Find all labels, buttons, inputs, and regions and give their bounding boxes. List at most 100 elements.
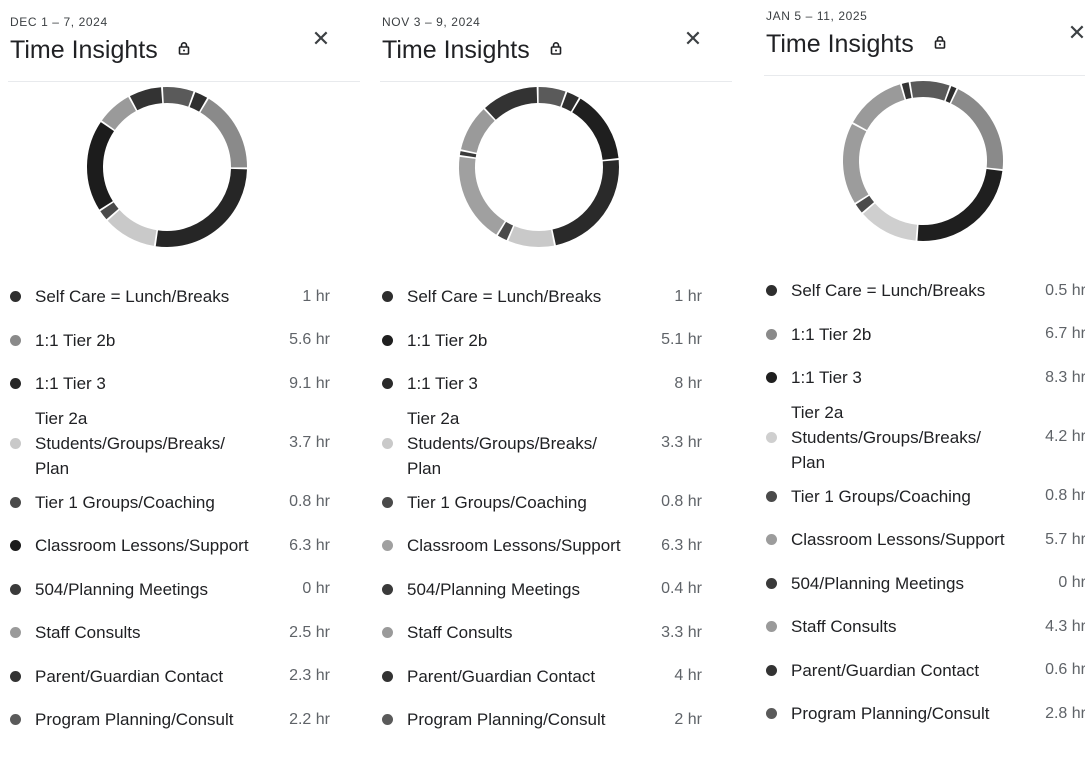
category-row[interactable]: Self Care = Lunch/Breaks 0.5 hr: [766, 269, 1085, 313]
category-row[interactable]: 1:1 Tier 2b 6.7 hr: [766, 313, 1085, 357]
donut-segment[interactable]: [917, 168, 1003, 241]
category-row[interactable]: Self Care = Lunch/Breaks 1 hr: [10, 275, 330, 319]
donut-segment[interactable]: [107, 209, 157, 246]
donut-segment[interactable]: [571, 98, 619, 161]
category-hours: 4.2 hr: [1045, 428, 1085, 445]
donut-segment[interactable]: [901, 82, 912, 100]
category-color-dot: [382, 378, 393, 390]
category-row[interactable]: Staff Consults 3.3 hr: [382, 611, 702, 655]
category-label: 1:1 Tier 3: [35, 374, 106, 394]
donut-segment[interactable]: [843, 123, 869, 203]
donut-segment[interactable]: [485, 87, 538, 120]
category-color-dot: [382, 627, 393, 639]
panel-title-text: Time Insights: [766, 30, 914, 58]
category-row[interactable]: 504/Planning Meetings 0 hr: [10, 568, 330, 612]
category-row[interactable]: Tier 2a Students/Groups/Breaks/ Plan 3.3 …: [382, 406, 702, 481]
category-color-dot: [766, 577, 777, 589]
donut-segment[interactable]: [155, 168, 247, 247]
category-row[interactable]: Staff Consults 2.5 hr: [10, 611, 330, 655]
category-hours: 3.7 hr: [289, 434, 330, 451]
panel-title: Time Insights: [766, 30, 947, 59]
category-label: Self Care = Lunch/Breaks: [791, 281, 986, 301]
category-label: Tier 1 Groups/Coaching: [407, 492, 587, 512]
category-row[interactable]: Parent/Guardian Contact 4 hr: [382, 655, 702, 699]
category-row[interactable]: Tier 1 Groups/Coaching 0.8 hr: [382, 481, 702, 525]
category-color-dot: [10, 714, 21, 726]
category-row[interactable]: Staff Consults 4.3 hr: [766, 605, 1085, 649]
category-row[interactable]: Classroom Lessons/Support 6.3 hr: [382, 524, 702, 568]
donut-segment[interactable]: [200, 98, 247, 168]
category-color-dot: [766, 534, 777, 546]
category-label: Parent/Guardian Contact: [35, 666, 224, 686]
category-row[interactable]: Classroom Lessons/Support 5.7 hr: [766, 518, 1085, 562]
category-row[interactable]: 1:1 Tier 3 8.3 hr: [766, 356, 1085, 400]
category-color-dot: [766, 285, 777, 297]
donut-segment[interactable]: [497, 221, 514, 241]
category-hours: 0.8 hr: [289, 493, 330, 511]
donut-segment[interactable]: [87, 122, 115, 210]
category-color-dot: [10, 670, 21, 682]
category-label: Tier 2a Students/Groups/Breaks/ Plan: [35, 408, 225, 478]
category-list: Self Care = Lunch/Breaks 1 hr 1:1 Tier 2b 5…: [10, 275, 330, 742]
category-row[interactable]: Program Planning/Consult 2.2 hr: [10, 698, 330, 742]
panel-title-text: Time Insights: [382, 36, 530, 64]
donut-segment[interactable]: [945, 86, 957, 103]
lock-icon: [550, 42, 561, 56]
category-hours: 4.3 hr: [1045, 617, 1085, 635]
donut-segment[interactable]: [910, 81, 950, 101]
category-row[interactable]: Tier 1 Groups/Coaching 0.8 hr: [766, 475, 1085, 519]
category-color-dot: [10, 437, 21, 449]
category-label: Tier 1 Groups/Coaching: [791, 486, 971, 506]
donut-segment[interactable]: [950, 89, 1003, 170]
category-row[interactable]: Parent/Guardian Contact 0.6 hr: [766, 649, 1085, 693]
category-hours: 8 hr: [674, 374, 702, 392]
category-row[interactable]: Parent/Guardian Contact 2.3 hr: [10, 655, 330, 699]
donut-segment[interactable]: [853, 84, 905, 131]
donut-segment[interactable]: [459, 151, 477, 158]
category-color-dot: [10, 540, 21, 552]
category-row[interactable]: Self Care = Lunch/Breaks 1 hr: [382, 275, 702, 319]
category-row[interactable]: 1:1 Tier 3 9.1 hr: [10, 362, 330, 406]
donut-segment[interactable]: [189, 92, 208, 112]
donut-segment[interactable]: [552, 159, 619, 246]
donut-segment[interactable]: [461, 109, 495, 154]
category-row[interactable]: 504/Planning Meetings 0 hr: [766, 562, 1085, 606]
category-row[interactable]: Program Planning/Consult 2.8 hr: [766, 692, 1085, 736]
category-hours: 2.5 hr: [289, 623, 330, 641]
donut-chart: [843, 81, 1003, 241]
donut-segment[interactable]: [129, 87, 163, 111]
category-label: Staff Consults: [407, 623, 513, 643]
category-color-dot: [766, 664, 777, 676]
donut-segment[interactable]: [162, 87, 194, 107]
category-row[interactable]: Classroom Lessons/Support 6.3 hr: [10, 524, 330, 568]
category-list: Self Care = Lunch/Breaks 1 hr 1:1 Tier 2b 5…: [382, 275, 702, 742]
donut-segment[interactable]: [101, 97, 137, 131]
category-row[interactable]: Program Planning/Consult 2 hr: [382, 698, 702, 742]
category-row[interactable]: 504/Planning Meetings 0.4 hr: [382, 568, 702, 612]
category-hours: 2.3 hr: [289, 667, 330, 685]
category-row[interactable]: 1:1 Tier 2b 5.6 hr: [10, 319, 330, 363]
category-hours: 0.5 hr: [1045, 281, 1085, 299]
category-row[interactable]: 1:1 Tier 2b 5.1 hr: [382, 319, 702, 363]
donut-segment[interactable]: [508, 225, 555, 247]
close-icon[interactable]: ✕: [680, 26, 706, 52]
donut-segment[interactable]: [100, 202, 119, 220]
donut-segment[interactable]: [863, 203, 918, 241]
donut-segment[interactable]: [538, 87, 566, 107]
divider: [380, 81, 732, 82]
donut-segment[interactable]: [561, 92, 579, 112]
category-row[interactable]: Tier 2a Students/Groups/Breaks/ Plan 4.2 …: [766, 400, 1085, 475]
category-hours: 0.8 hr: [1045, 487, 1085, 505]
category-color-dot: [766, 708, 777, 720]
category-row[interactable]: Tier 2a Students/Groups/Breaks/ Plan 3.7 …: [10, 406, 330, 481]
category-row[interactable]: Tier 1 Groups/Coaching 0.8 hr: [10, 481, 330, 525]
category-label: 504/Planning Meetings: [35, 579, 208, 599]
category-hours: 5.6 hr: [289, 331, 330, 349]
close-icon[interactable]: ✕: [308, 26, 334, 52]
close-icon[interactable]: ✕: [1064, 20, 1085, 46]
category-hours: 0 hr: [302, 580, 330, 598]
donut-segment[interactable]: [459, 156, 506, 235]
category-label: 1:1 Tier 2b: [791, 324, 872, 344]
donut-segment[interactable]: [855, 195, 875, 213]
category-row[interactable]: 1:1 Tier 3 8 hr: [382, 362, 702, 406]
